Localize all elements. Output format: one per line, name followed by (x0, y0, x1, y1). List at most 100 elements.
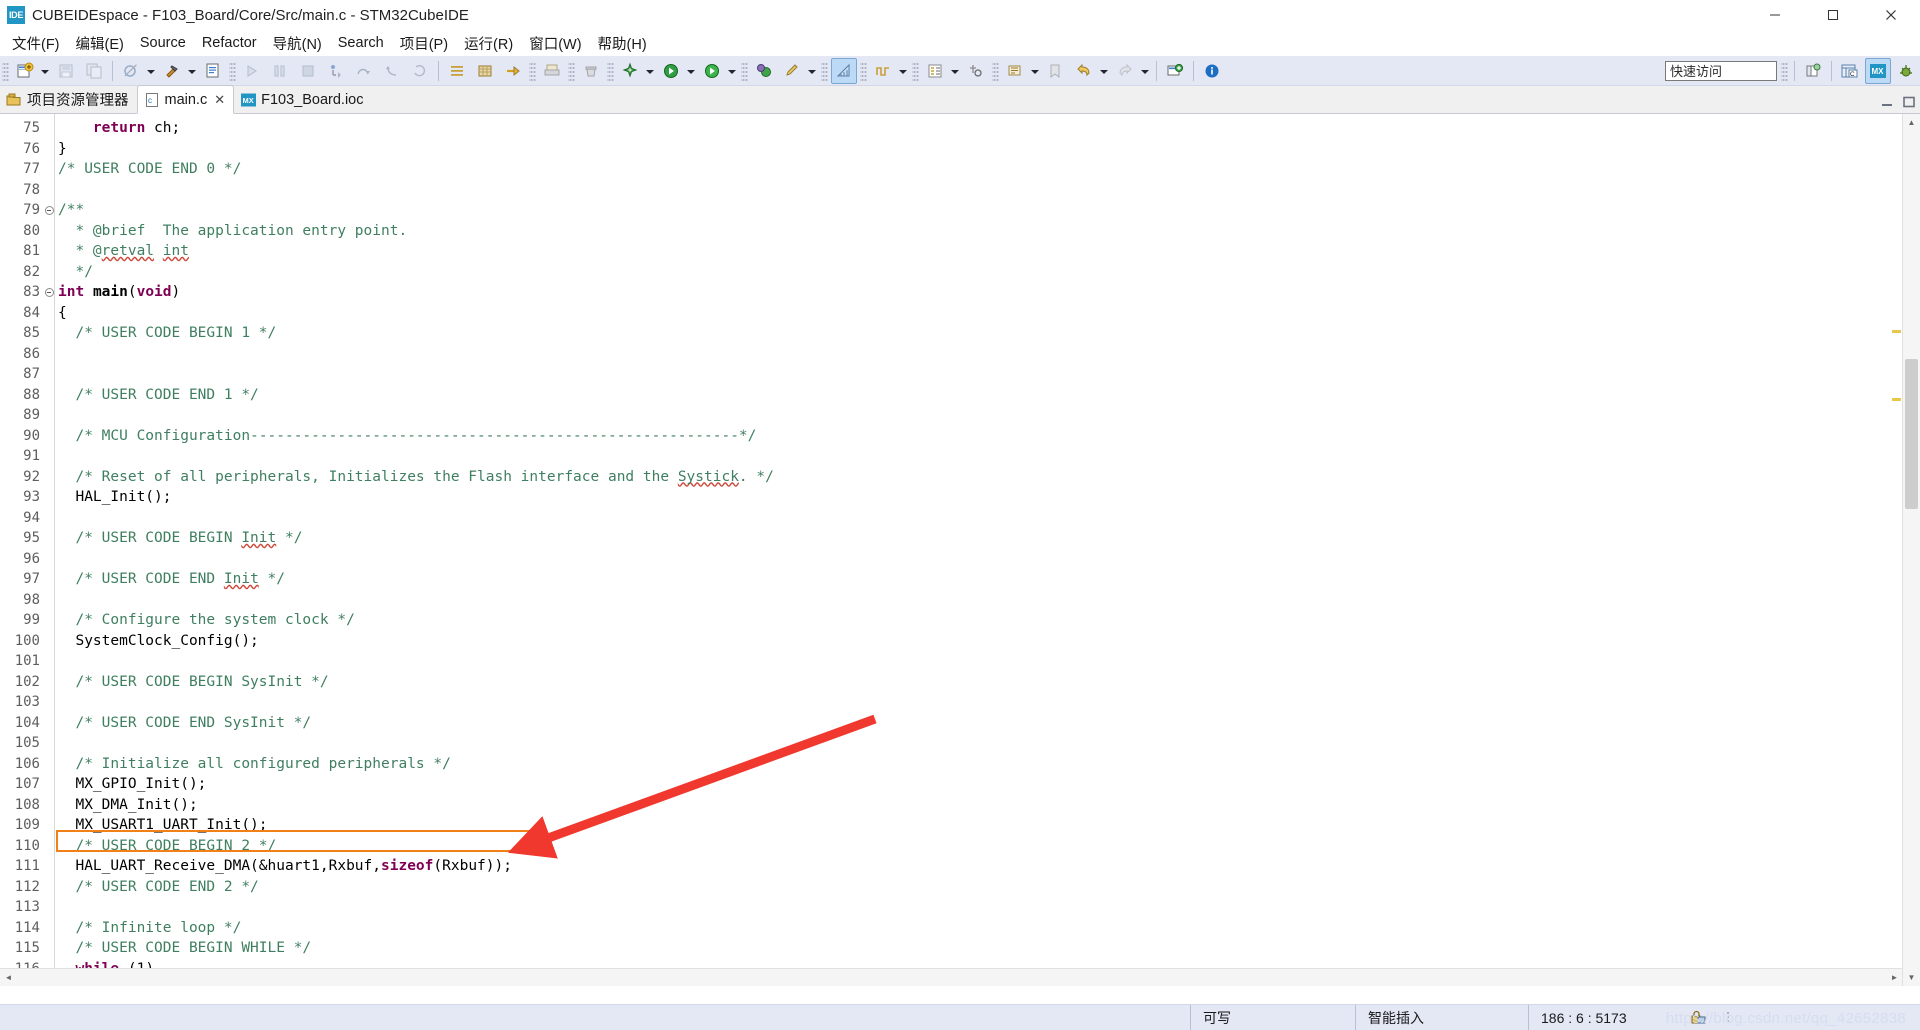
build-disabled-icon[interactable] (118, 58, 144, 84)
save-icon[interactable] (53, 58, 79, 84)
skip-breakpoints-icon[interactable] (239, 58, 265, 84)
code-line[interactable]: 90 /* MCU Configuration-----------------… (0, 426, 1860, 447)
toolbar-drag-handle-10[interactable] (992, 60, 999, 81)
code-line[interactable]: 83 int main(void) (0, 282, 1860, 303)
run-icon[interactable] (699, 58, 725, 84)
code-line[interactable]: 91 (0, 446, 1860, 467)
code-line[interactable]: 75 return ch; (0, 118, 1860, 139)
menu-item-1[interactable]: 编辑(E) (68, 30, 132, 57)
back-dropdown-arrow[interactable] (1098, 59, 1109, 83)
maximize-button[interactable] (1804, 0, 1862, 30)
toolbar-drag-handle-8[interactable] (860, 60, 867, 81)
code-line[interactable]: 103 (0, 692, 1860, 713)
forward-dropdown-arrow[interactable] (1139, 59, 1150, 83)
code-line[interactable]: 81 * @retval int (0, 241, 1860, 262)
code-line[interactable]: 78 (0, 180, 1860, 201)
clean-icon[interactable] (578, 58, 604, 84)
mx-perspective-button[interactable]: MX (1865, 57, 1891, 84)
scroll-left-arrow[interactable]: ◄ (0, 969, 17, 986)
menu-item-5[interactable]: Search (330, 32, 392, 54)
build-hammer-icon[interactable] (159, 58, 185, 84)
open-perspective-button[interactable] (1800, 58, 1826, 84)
toolbar-drag-handle[interactable] (2, 60, 9, 81)
scroll-down-arrow[interactable]: ▼ (1903, 969, 1920, 986)
close-button[interactable] (1862, 0, 1920, 30)
code-line[interactable]: 86 (0, 344, 1860, 365)
menu-item-9[interactable]: 帮助(H) (590, 30, 655, 57)
code-line[interactable]: 112 /* USER CODE END 2 */ (0, 877, 1860, 898)
code-line[interactable]: 95 /* USER CODE BEGIN Init */ (0, 528, 1860, 549)
toolbar-drag-handle-4[interactable] (568, 60, 575, 81)
overview-marker-warning[interactable] (1892, 330, 1901, 333)
menu-item-4[interactable]: 导航(N) (265, 30, 330, 57)
new-file-icon[interactable] (12, 58, 38, 84)
code-line[interactable]: 88 /* USER CODE END 1 */ (0, 385, 1860, 406)
menu-item-6[interactable]: 项目(P) (392, 30, 456, 57)
code-line[interactable]: 84 { (0, 303, 1860, 324)
resume-icon[interactable] (267, 58, 293, 84)
forward-arrow-icon[interactable] (1112, 58, 1138, 84)
export-icon[interactable] (500, 58, 526, 84)
code-line[interactable]: 79 /** (0, 200, 1860, 221)
code-editor[interactable]: 75 return ch; 76} 77/* USER CODE END 0 */7… (0, 114, 1920, 986)
print-icon[interactable] (539, 58, 565, 84)
memory-icon[interactable] (472, 58, 498, 84)
ruler-icon[interactable] (831, 57, 857, 84)
code-line[interactable]: 104 /* USER CODE END SysInit */ (0, 713, 1860, 734)
tab-f103-board-ioc[interactable]: MX F103_Board.ioc (234, 86, 371, 113)
quick-access-input[interactable]: 快速访问 (1665, 60, 1777, 81)
waveform-dropdown-arrow[interactable] (897, 59, 908, 83)
editor-horizontal-scrollbar[interactable]: ◄ ► (0, 968, 1903, 986)
run-dropdown-arrow[interactable] (726, 59, 737, 83)
fold-toggle-icon[interactable] (42, 205, 56, 216)
toolbar-drag-handle-5[interactable] (607, 60, 614, 81)
code-line[interactable]: 80 * @brief The application entry point. (0, 221, 1860, 242)
drop-to-frame-icon[interactable] (407, 58, 433, 84)
search-icon[interactable] (963, 58, 989, 84)
code-line[interactable]: 100 SystemClock_Config(); (0, 631, 1860, 652)
external-tools-icon[interactable] (751, 58, 777, 84)
fold-toggle-icon[interactable] (42, 287, 56, 298)
menu-item-3[interactable]: Refactor (194, 32, 265, 54)
code-line[interactable]: 76} (0, 139, 1860, 160)
code-line[interactable]: 96 (0, 549, 1860, 570)
new-file-dropdown-arrow[interactable] (39, 59, 50, 83)
new-project-icon[interactable] (1162, 58, 1188, 84)
maximize-view-icon[interactable] (1902, 95, 1916, 109)
code-line[interactable]: 110 /* USER CODE BEGIN 2 */ (0, 836, 1860, 857)
toolbar-drag-handle-3[interactable] (529, 60, 536, 81)
toolbar-drag-handle-7[interactable] (821, 60, 828, 81)
code-line[interactable]: 82 */ (0, 262, 1860, 283)
editor-vertical-scrollbar[interactable]: ▲ ▼ (1902, 114, 1920, 986)
toolbar-drag-handle-9[interactable] (912, 60, 919, 81)
pencil-dropdown-arrow[interactable] (806, 59, 817, 83)
code-line[interactable]: 97 /* USER CODE END Init */ (0, 569, 1860, 590)
code-line[interactable]: 77 /* USER CODE END 0 */ (0, 159, 1860, 180)
code-line[interactable]: 115 /* USER CODE BEGIN WHILE */ (0, 938, 1860, 959)
debug-icon[interactable] (658, 58, 684, 84)
toolbar-drag-handle-2[interactable] (229, 60, 236, 81)
code-line[interactable]: 108 MX_DMA_Init(); (0, 795, 1860, 816)
debug-config-dropdown-arrow[interactable] (644, 59, 655, 83)
next-annotation-icon[interactable] (1002, 58, 1028, 84)
code-line[interactable]: 111 HAL_UART_Receive_DMA(&huart1,Rxbuf,s… (0, 856, 1860, 877)
step-over-icon[interactable] (351, 58, 377, 84)
next-annotation-dropdown-arrow[interactable] (1029, 59, 1040, 83)
waveform-icon[interactable] (870, 58, 896, 84)
save-all-icon[interactable] (81, 58, 107, 84)
perspective-drag-handle[interactable] (1781, 60, 1788, 81)
outline-dropdown-arrow[interactable] (949, 59, 960, 83)
code-line[interactable]: 113 (0, 897, 1860, 918)
menu-item-7[interactable]: 运行(R) (456, 30, 521, 57)
info-icon[interactable] (1199, 58, 1225, 84)
vertical-scroll-thumb[interactable] (1905, 359, 1918, 509)
debug-perspective-button[interactable] (1893, 58, 1919, 84)
scroll-up-arrow[interactable]: ▲ (1903, 114, 1920, 131)
build-dropdown-arrow[interactable] (145, 59, 156, 83)
code-line[interactable]: 85 /* USER CODE BEGIN 1 */ (0, 323, 1860, 344)
debug-dropdown-arrow[interactable] (685, 59, 696, 83)
code-line[interactable]: 109 MX_USART1_UART_Init(); (0, 815, 1860, 836)
scroll-right-arrow[interactable]: ► (1886, 969, 1903, 986)
code-line[interactable]: 94 (0, 508, 1860, 529)
code-line[interactable]: 93 HAL_Init(); (0, 487, 1860, 508)
